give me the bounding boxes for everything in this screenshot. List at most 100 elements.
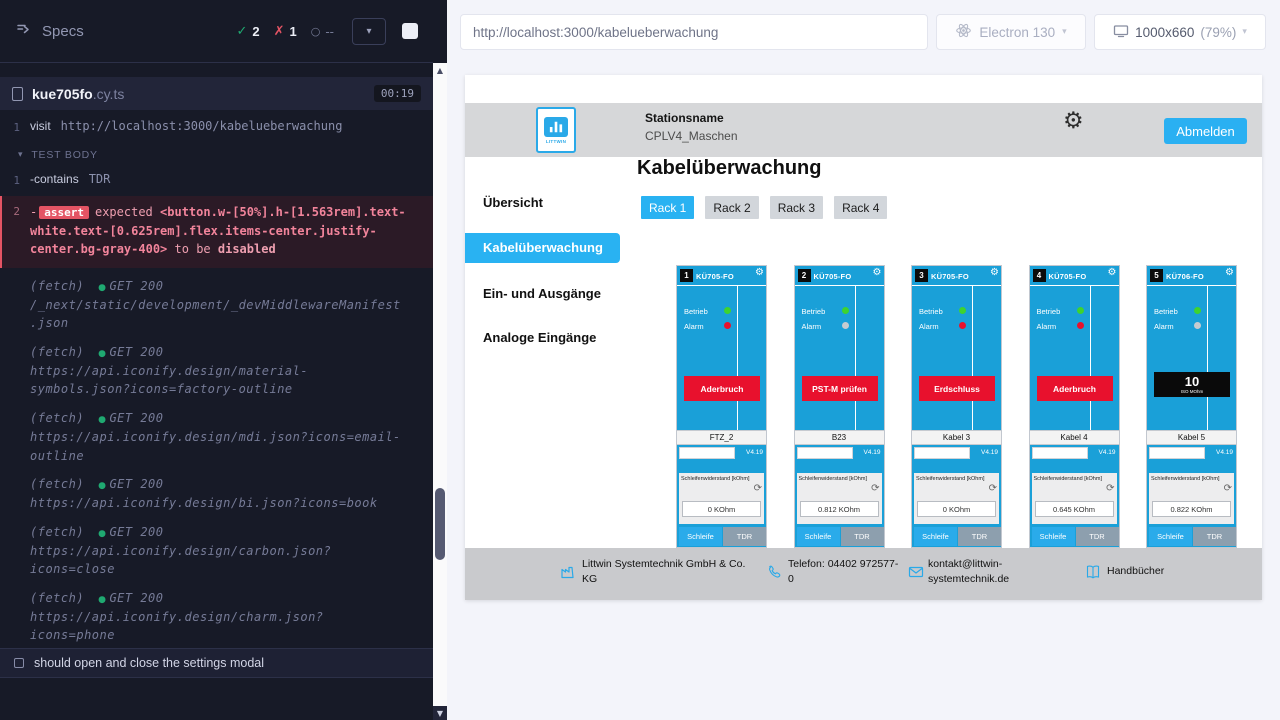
stat-passed[interactable]: ✓2 (236, 24, 259, 39)
command-contains[interactable]: 1 -contains TDR (0, 167, 433, 192)
tdr-button[interactable]: TDR (723, 527, 766, 546)
passed-icon: ✓ (236, 24, 247, 39)
viewport-icon (1113, 23, 1129, 42)
footer-email[interactable]: kontakt@littwin-systemtechnik.de (928, 557, 1024, 587)
card-gear-icon[interactable]: ⚙ (1225, 268, 1234, 278)
assert-expected: expected (95, 205, 153, 219)
command-assert-failed[interactable]: 2 -assertexpected <button.w-[50%].h-[1.5… (0, 196, 433, 268)
failed-count: 1 (289, 24, 296, 39)
tab-rack-2[interactable]: Rack 2 (705, 196, 758, 219)
card-model: KÜ705-FO (931, 272, 969, 281)
passed-count: 2 (252, 24, 259, 39)
nav-analoge-eingaenge[interactable]: Analoge Eingänge (483, 330, 596, 345)
app-header: LITTWIN Stationsname CPLV4_Maschen ⚙ Abm… (465, 103, 1262, 157)
command-fetch[interactable]: (fetch)●GET 200 /_next/static/developmen… (0, 272, 433, 338)
collapse-chevron-button[interactable]: ▾ (352, 18, 386, 45)
stat-pending[interactable]: ○-- (311, 24, 334, 39)
refresh-icon[interactable]: ⟳ (754, 484, 762, 494)
betrieb-led (842, 307, 849, 314)
command-fetch[interactable]: (fetch)●GET 200 https://api.iconify.desi… (0, 518, 433, 584)
tdr-button[interactable]: TDR (1193, 527, 1236, 546)
card-gear-icon[interactable]: ⚙ (755, 268, 764, 278)
alarm-label: Alarm (802, 322, 822, 331)
nav-uebersicht[interactable]: Übersicht (483, 195, 543, 210)
footer-company: Littwin Systemtechnik GmbH & Co. KG (582, 557, 750, 587)
app-footer: Littwin Systemtechnik GmbH & Co. KG Tele… (465, 548, 1262, 600)
fetch-status: GET 200 (109, 345, 163, 359)
tab-rack-3[interactable]: Rack 3 (770, 196, 823, 219)
stop-button[interactable] (396, 18, 423, 45)
schleife-button[interactable]: Schleife (679, 527, 722, 546)
spec-name: kue705fo.cy.ts (32, 86, 124, 102)
refresh-icon[interactable]: ⟳ (1106, 484, 1114, 494)
command-fetch[interactable]: (fetch)●GET 200 https://api.iconify.desi… (0, 470, 433, 518)
reporter-scrollbar[interactable]: ▲ ▼ (433, 0, 447, 720)
firmware-version: V4.19 (1099, 449, 1116, 456)
command-visit[interactable]: 1 visit http://localhost:3000/kabelueber… (0, 114, 433, 139)
schleife-button[interactable]: Schleife (1032, 527, 1075, 546)
specs-list-icon[interactable] (16, 21, 32, 42)
schleife-button[interactable]: Schleife (1149, 527, 1192, 546)
betrieb-led (1077, 307, 1084, 314)
cable-name: Kabel 5 (1147, 430, 1236, 445)
browser-select[interactable]: Electron 130 ▾ (936, 14, 1086, 50)
schleife-button[interactable]: Schleife (914, 527, 957, 546)
schleife-button[interactable]: Schleife (797, 527, 840, 546)
footer-manuals[interactable]: Handbücher (1107, 564, 1164, 579)
electron-icon (955, 22, 972, 42)
nav-kabelueberwachung[interactable]: Kabelüberwachung (465, 233, 620, 263)
tdr-button[interactable]: TDR (958, 527, 1001, 546)
chevron-down-icon: ▾ (1062, 27, 1067, 37)
status-badge: PST-M prüfen (802, 376, 878, 401)
tab-rack-1[interactable]: Rack 1 (641, 196, 694, 219)
tab-rack-4[interactable]: Rack 4 (834, 196, 887, 219)
measurement-value: 0.645 KOhm (1035, 501, 1114, 517)
measurement-panel: Schleifenwiderstand [kOhm] ⟳ 0.812 KOhm (797, 473, 882, 524)
scroll-down-arrow[interactable]: ▼ (433, 706, 447, 720)
refresh-icon[interactable]: ⟳ (871, 484, 879, 494)
command-fetch[interactable]: (fetch)●GET 200 https://api.iconify.desi… (0, 404, 433, 470)
stat-failed[interactable]: ✗1 (274, 24, 297, 39)
betrieb-led (1194, 307, 1201, 314)
url-input[interactable] (460, 14, 928, 50)
fetch-method: (fetch) (30, 345, 84, 359)
command-fetch[interactable]: (fetch)●GET 200 https://api.iconify.desi… (0, 584, 433, 650)
viewport-control[interactable]: 1000x660 (79%) ▾ (1094, 14, 1266, 50)
app-under-test: LITTWIN Stationsname CPLV4_Maschen ⚙ Abm… (465, 75, 1262, 600)
tdr-button[interactable]: TDR (1076, 527, 1119, 546)
refresh-icon[interactable]: ⟳ (989, 484, 997, 494)
factory-icon (560, 564, 576, 580)
assert-message: -assertexpected <button.w-[50%].h-[1.563… (30, 203, 421, 259)
card-gear-icon[interactable]: ⚙ (990, 268, 999, 278)
spec-basename: kue705fo (32, 86, 93, 102)
viewport-size: 1000x660 (1135, 25, 1194, 40)
logout-button[interactable]: Abmelden (1164, 118, 1247, 144)
fetch-method: (fetch) (30, 591, 84, 605)
card-gear-icon[interactable]: ⚙ (1108, 268, 1117, 278)
specs-label[interactable]: Specs (42, 23, 84, 40)
measurement-label: Schleifenwiderstand [kOhm] (681, 476, 749, 482)
betrieb-label: Betrieb (1154, 307, 1178, 316)
tdr-button[interactable]: TDR (841, 527, 884, 546)
assert-dash: - (30, 205, 37, 219)
settings-gear-icon[interactable]: ⚙ (1063, 110, 1084, 133)
card-model: KÜ706-FO (1166, 272, 1204, 281)
nav-ein-und-ausgaenge[interactable]: Ein- und Ausgänge (483, 286, 601, 301)
firmware-version: V4.19 (1216, 449, 1233, 456)
card-gear-icon[interactable]: ⚙ (873, 268, 882, 278)
failed-icon: ✗ (274, 24, 285, 39)
command-fetch[interactable]: (fetch)●GET 200 https://api.iconify.desi… (0, 338, 433, 404)
phone-icon (766, 564, 782, 580)
measurement-panel: Schleifenwiderstand [kOhm] ⟳ 0 KOhm (679, 473, 764, 524)
test-body-toggle[interactable]: ▾ TEST BODY (0, 139, 433, 167)
spec-file-row[interactable]: kue705fo.cy.ts 00:19 (0, 77, 433, 110)
assert-tobe: to be (175, 242, 211, 256)
scrollbar-track[interactable]: ▲ ▼ (433, 63, 447, 720)
scroll-up-arrow[interactable]: ▲ (433, 63, 447, 77)
refresh-icon[interactable]: ⟳ (1224, 484, 1232, 494)
scrollbar-thumb[interactable] (435, 488, 445, 560)
cable-name: Kabel 4 (1030, 430, 1119, 445)
pending-count: -- (325, 24, 334, 39)
card-header: 4 KÜ705-FO ⚙ (1030, 266, 1119, 286)
next-test-row[interactable]: should open and close the settings modal (0, 648, 433, 678)
